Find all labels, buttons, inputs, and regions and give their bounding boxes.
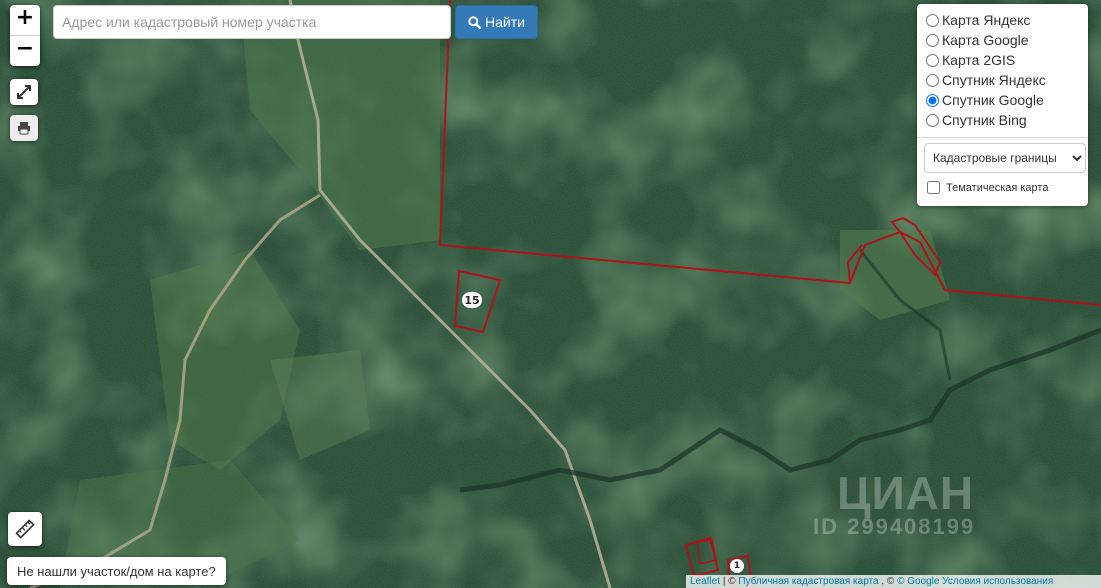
print-button[interactable] [10,115,38,141]
layer-radio[interactable] [926,53,939,67]
layer-label: Карта Яндекс [942,12,1031,28]
layer-radio[interactable] [926,13,939,27]
address-search-input[interactable] [53,5,451,39]
ruler-icon [15,519,35,539]
measure-button[interactable] [8,512,42,546]
layer-label: Карта 2GIS [942,52,1016,68]
layer-option-google-satellite[interactable]: Спутник Google [924,90,1084,110]
layers-panel: Карта Яндекс Карта Google Карта 2GIS Спу… [917,4,1088,206]
map-attribution: Leaflet | © Публичная кадастровая карта … [686,575,1101,588]
printer-icon [18,122,30,135]
zoom-out-button[interactable]: − [10,35,40,66]
layer-label: Спутник Bing [942,112,1027,128]
attribution-separator: | © [722,576,739,587]
thematic-map-label: Тематическая карта [946,181,1049,194]
layer-radio[interactable] [926,73,939,87]
terms-link[interactable]: Условия использования [942,576,1053,587]
not-found-button[interactable]: Не нашли участок/дом на карте? [7,557,226,585]
layer-label: Спутник Яндекс [942,72,1046,88]
layer-label: Спутник Google [942,92,1044,108]
expand-icon [17,85,31,99]
search-button[interactable]: Найти [455,5,538,39]
thematic-map-checkbox[interactable] [927,181,940,194]
search-button-label: Найти [485,14,525,30]
layer-label: Карта Google [942,32,1029,48]
attribution-separator: , © [881,576,898,587]
fullscreen-button[interactable] [10,79,38,105]
layer-radio[interactable] [926,33,939,47]
layer-option-yandex-map[interactable]: Карта Яндекс [924,10,1084,30]
leaflet-link[interactable]: Leaflet [690,576,720,587]
google-link[interactable]: © Google [897,576,939,587]
overlay-select[interactable]: Кадастровые границы [924,143,1086,173]
zoom-in-button[interactable]: + [10,5,40,35]
layer-radio[interactable] [926,113,939,127]
layer-option-bing-satellite[interactable]: Спутник Bing [924,110,1084,130]
layer-option-google-map[interactable]: Карта Google [924,30,1084,50]
layers-divider [917,137,1088,138]
cadastre-link[interactable]: Публичная кадастровая карта [738,576,878,587]
zoom-control: + − [10,5,40,66]
parcel-number-label[interactable]: 15 [462,292,482,308]
thematic-map-toggle[interactable]: Тематическая карта [924,181,1084,194]
search-icon [468,15,482,29]
layer-radio[interactable] [926,93,939,107]
parcel-number-label-2[interactable]: 1 [730,559,744,573]
layer-option-2gis-map[interactable]: Карта 2GIS [924,50,1084,70]
layer-option-yandex-satellite[interactable]: Спутник Яндекс [924,70,1084,90]
